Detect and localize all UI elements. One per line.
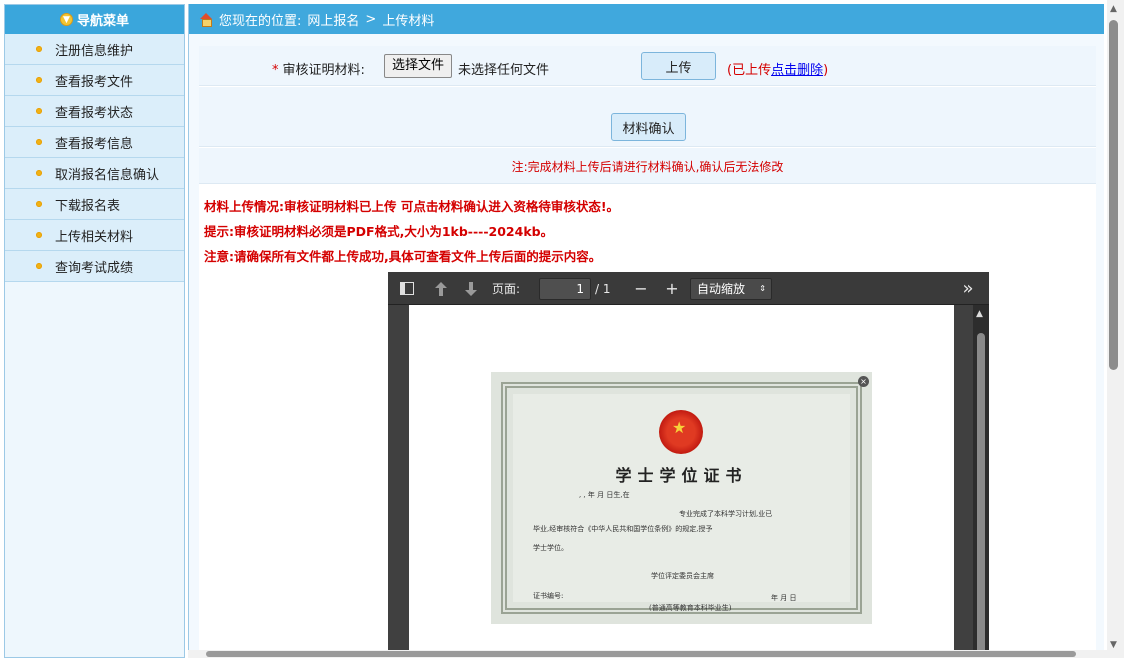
bullet-icon [36, 263, 42, 269]
bullet-icon [36, 170, 42, 176]
scroll-up-icon[interactable]: ▲ [976, 309, 983, 319]
window-vertical-scrollbar[interactable]: ▲ ▼ [1107, 0, 1124, 658]
confirm-note-row: 注:完成材料上传后请进行材料确认,确认后无法修改 [199, 148, 1096, 184]
notice-message: 注意:请确保所有文件都上传成功,具体可查看文件上传后面的提示内容。 [204, 249, 602, 264]
close-icon[interactable]: × [858, 376, 869, 387]
select-arrows-icon: ⇕ [759, 284, 766, 293]
upload-row: * 审核证明材料: 选择文件 未选择任何文件 上传 (已上传点击删除) [199, 46, 1096, 86]
certificate-title: 学士学位证书 [615, 466, 748, 485]
sidebar-item-label: 取消报名信息确认 [55, 167, 160, 183]
sidebar-item-exam-scores[interactable]: 查询考试成绩 [5, 251, 184, 282]
breadcrumb: 您现在的位置: 网上报名 > 上传材料 [189, 4, 1104, 34]
bullet-icon [36, 77, 42, 83]
page-total: / 1 [595, 281, 611, 296]
zoom-value: 自动缩放 [697, 282, 746, 296]
pdf-page: 学士学位证书 , , 年 月 日生,在 专业完成了本科学习计划,业已 毕业,经审… [409, 305, 954, 658]
scroll-up-icon[interactable]: ▲ [1110, 4, 1117, 14]
chevron-down-icon: ▼ [59, 13, 73, 26]
sidebar-item-label: 下载报名表 [55, 198, 121, 214]
pdf-scrollbar-thumb[interactable] [977, 333, 985, 658]
sidebar-item-label: 查看报考信息 [55, 136, 134, 152]
required-mark: * [272, 63, 279, 78]
window-scrollbar-thumb[interactable] [1109, 20, 1118, 370]
pdf-toolbar: 页面: 1 / 1 − + 自动缩放 ⇕ » [388, 272, 989, 305]
choose-file-button[interactable]: 选择文件 [384, 54, 453, 78]
pdf-scrollbar[interactable]: ▲ [973, 305, 989, 658]
zoom-out-button[interactable]: − [633, 272, 649, 305]
pdf-document-area[interactable]: 学士学位证书 , , 年 月 日生,在 专业完成了本科学习计划,业已 毕业,经审… [388, 305, 989, 658]
pdf-viewer: 页面: 1 / 1 − + 自动缩放 ⇕ » 学士学位证书 , , 年 月 日生,… [388, 272, 989, 658]
certificate-date: 年 月 日 [771, 594, 797, 602]
sidebar-item-label: 注册信息维护 [55, 43, 134, 59]
sidebar-toggle-icon[interactable] [398, 272, 416, 305]
bullet-icon [36, 232, 42, 238]
delete-link[interactable]: 点击删除 [771, 63, 823, 78]
main-panel: 您现在的位置: 网上报名 > 上传材料 * 审核证明材料: 选择文件 未选择任何文… [188, 4, 1104, 658]
certificate-image: 学士学位证书 , , 年 月 日生,在 专业完成了本科学习计划,业已 毕业,经审… [491, 372, 872, 624]
file-status: 未选择任何文件 [458, 63, 550, 78]
sidebar-item-label: 上传相关材料 [55, 229, 134, 245]
certificate-committee: 学位评定委员会主席 [651, 572, 714, 580]
zoom-select[interactable]: 自动缩放 ⇕ [690, 278, 772, 300]
sidebar-item-exam-status[interactable]: 查看报考状态 [5, 96, 184, 127]
sidebar-item-download-form[interactable]: 下载报名表 [5, 189, 184, 220]
upload-status-message: 材料上传情况:审核证明材料已上传 可点击材料确认进入资格待审核状态!。 [204, 199, 620, 214]
upload-button[interactable]: 上传 [641, 52, 716, 80]
format-hint-message: 提示:审核证明材料必须是PDF格式,大小为1kb----2024kb。 [204, 224, 554, 239]
sidebar-item-cancel-confirmation[interactable]: 取消报名信息确认 [5, 158, 184, 189]
certificate-line: 毕业,经审核符合《中华人民共和国学位条例》的规定,授予 [533, 525, 713, 533]
certificate-number: 证书编号: [533, 592, 564, 600]
sidebar-item-label: 查看报考文件 [55, 74, 134, 90]
certificate-line: 学士学位。 [533, 544, 568, 552]
confirm-materials-button[interactable]: 材料确认 [611, 113, 686, 141]
nav-menu-title: 导航菜单 [76, 14, 129, 29]
scroll-down-icon[interactable]: ▼ [1110, 640, 1117, 650]
breadcrumb-separator: > [365, 11, 377, 27]
nav-menu-header: ▼ 导航菜单 [5, 5, 184, 34]
uploaded-suffix: ) [823, 63, 829, 78]
sidebar-item-label: 查询考试成绩 [55, 260, 134, 276]
page-number-input[interactable]: 1 [539, 278, 591, 300]
sidebar-item-upload-materials[interactable]: 上传相关材料 [5, 220, 184, 251]
bullet-icon [36, 108, 42, 114]
next-page-icon[interactable] [462, 272, 480, 305]
national-emblem-icon [659, 410, 703, 454]
certificate-line: , , 年 月 日生,在 [579, 491, 630, 499]
breadcrumb-current: 上传材料 [382, 13, 435, 29]
uploaded-prefix: (已上传 [727, 63, 772, 78]
certificate-line: 专业完成了本科学习计划,业已 [679, 510, 773, 518]
content-area: * 审核证明材料: 选择文件 未选择任何文件 上传 (已上传点击删除) 材料确认 … [199, 46, 1096, 658]
home-icon [199, 12, 213, 27]
confirm-row: 材料确认 [199, 87, 1096, 147]
zoom-in-button[interactable]: + [664, 272, 680, 305]
uploaded-note: (已上传点击删除) [727, 59, 828, 78]
previous-page-icon[interactable] [432, 272, 450, 305]
sidebar-item-label: 查看报考状态 [55, 105, 134, 121]
more-tools-button[interactable]: » [958, 272, 978, 305]
confirm-note: 注:完成材料上传后请进行材料确认,确认后无法修改 [511, 160, 784, 174]
field-label-text: 审核证明材料: [282, 63, 365, 78]
field-label: * 审核证明材料: [272, 59, 365, 78]
page-label: 页面: [492, 282, 521, 296]
sidebar: ▼ 导航菜单 注册信息维护 查看报考文件 查看报考状态 查看报考信息 取消报名信… [4, 4, 185, 658]
bullet-icon [36, 201, 42, 207]
breadcrumb-prefix: 您现在的位置: [219, 13, 302, 29]
window-horizontal-scrollbar[interactable] [188, 650, 1107, 658]
bullet-icon [36, 46, 42, 52]
sidebar-item-registration-info[interactable]: 注册信息维护 [5, 34, 184, 65]
horizontal-scrollbar-thumb[interactable] [206, 651, 1076, 657]
certificate-footer: (普通高等教育本科毕业生) [649, 604, 732, 612]
sidebar-item-exam-info[interactable]: 查看报考信息 [5, 127, 184, 158]
bullet-icon [36, 139, 42, 145]
breadcrumb-section: 网上报名 [307, 13, 360, 29]
sidebar-item-exam-files[interactable]: 查看报考文件 [5, 65, 184, 96]
